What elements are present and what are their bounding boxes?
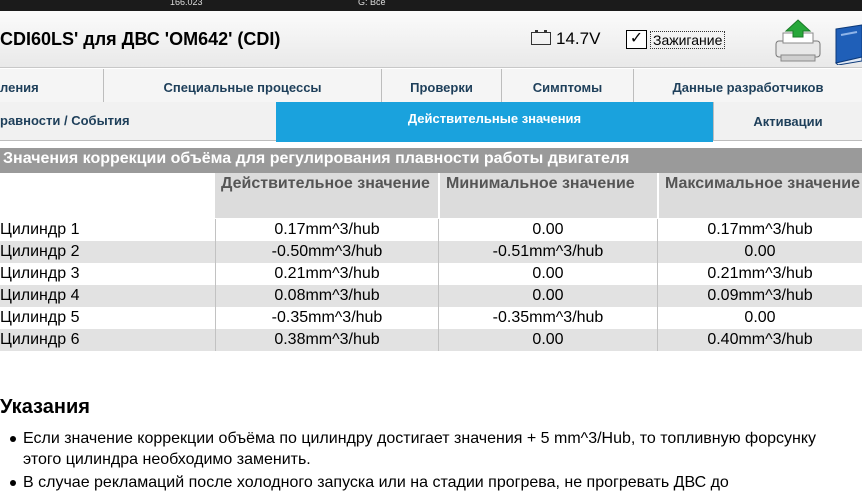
main-tab-row: ления Специальные процессы Проверки Симп…	[0, 69, 862, 103]
note-item: Если значение коррекции объёма по цилинд…	[10, 428, 860, 470]
cylinder-name: Цилиндр 6	[0, 331, 80, 348]
note-text: В случае рекламаций после холодного запу…	[23, 474, 729, 491]
actual-value: 0.17mm^3/hub	[215, 219, 438, 241]
max-value: 0.21mm^3/hub	[657, 263, 862, 285]
cylinder-name: Цилиндр 2	[0, 243, 80, 260]
notes-heading: Указания	[0, 396, 90, 418]
table-row: Цилиндр 5 -0.35mm^3/hub -0.35mm^3/hub 0.…	[0, 307, 862, 329]
max-value: 0.00	[657, 241, 862, 263]
min-value: 0.00	[438, 219, 657, 241]
voltage-readout: 14.7V	[556, 29, 601, 48]
tab-symptoms[interactable]: Симптомы	[502, 69, 634, 102]
actual-value: -0.35mm^3/hub	[215, 307, 438, 329]
max-value: 0.09mm^3/hub	[657, 285, 862, 307]
min-value: 0.00	[438, 263, 657, 285]
cylinder-name: Цилиндр 5	[0, 309, 80, 326]
max-value: 0.40mm^3/hub	[657, 329, 862, 351]
tab-checks[interactable]: Проверки	[382, 69, 502, 102]
manual-book-icon[interactable]	[832, 23, 862, 65]
min-value: -0.35mm^3/hub	[438, 307, 657, 329]
top-strip-left-text: 166.023	[170, 0, 203, 7]
section-title: Значения коррекции объёма для регулирова…	[0, 148, 862, 173]
table-row: Цилиндр 3 0.21mm^3/hub 0.00 0.21mm^3/hub	[0, 263, 862, 285]
tab-special-processes[interactable]: Специальные процессы	[104, 69, 382, 102]
bullet-icon	[10, 436, 16, 442]
actual-value: -0.50mm^3/hub	[215, 241, 438, 263]
actual-value: 0.08mm^3/hub	[215, 285, 438, 307]
max-value: 0.00	[657, 307, 862, 329]
table-row: Цилиндр 1 0.17mm^3/hub 0.00 0.17mm^3/hub	[0, 219, 862, 241]
tab-actual-values[interactable]: Действительные значения	[276, 102, 713, 142]
max-value: 0.17mm^3/hub	[657, 219, 862, 241]
min-value: 0.00	[438, 285, 657, 307]
sub-tab-row: равности / События Действительные значен…	[0, 102, 862, 142]
min-value: 0.00	[438, 329, 657, 351]
tab-activations[interactable]: Активации	[713, 102, 862, 140]
top-strip-right-text: G: Все	[358, 0, 386, 7]
column-header-max: Максимальное значение	[657, 173, 862, 218]
title-bar: CDI60LS' для ДВС 'OM642' (CDI) 14.7V ✓ З…	[0, 11, 862, 68]
table-row: Цилиндр 4 0.08mm^3/hub 0.00 0.09mm^3/hub	[0, 285, 862, 307]
column-header-min: Минимальное значение	[438, 173, 657, 218]
tab-faults-events[interactable]: равности / События	[0, 102, 276, 140]
actual-value: 0.21mm^3/hub	[215, 263, 438, 285]
min-value: -0.51mm^3/hub	[438, 241, 657, 263]
tab-partial-left[interactable]: ления	[0, 69, 104, 102]
top-status-strip: 166.023 G: Все	[0, 0, 862, 11]
actual-value: 0.38mm^3/hub	[215, 329, 438, 351]
cylinder-name: Цилиндр 3	[0, 265, 80, 282]
page-title: CDI60LS' для ДВС 'OM642' (CDI)	[0, 29, 281, 49]
cylinder-name: Цилиндр 4	[0, 287, 80, 304]
column-header-actual: Действительное значение	[215, 173, 438, 218]
print-icon[interactable]	[773, 19, 823, 63]
table-row: Цилиндр 6 0.38mm^3/hub 0.00 0.40mm^3/hub	[0, 329, 862, 351]
column-header-name	[0, 173, 215, 218]
cylinder-name: Цилиндр 1	[0, 221, 80, 238]
tab-developer-data[interactable]: Данные разработчиков	[634, 69, 862, 102]
table-row: Цилиндр 2 -0.50mm^3/hub -0.51mm^3/hub 0.…	[0, 241, 862, 263]
note-item: В случае рекламаций после холодного запу…	[10, 472, 860, 501]
note-text: Если значение коррекции объёма по цилинд…	[23, 430, 817, 468]
battery-icon	[531, 30, 551, 45]
ignition-label[interactable]: Зажигание	[650, 31, 726, 49]
ignition-checkbox[interactable]: ✓	[626, 30, 647, 49]
bullet-icon	[10, 480, 16, 486]
